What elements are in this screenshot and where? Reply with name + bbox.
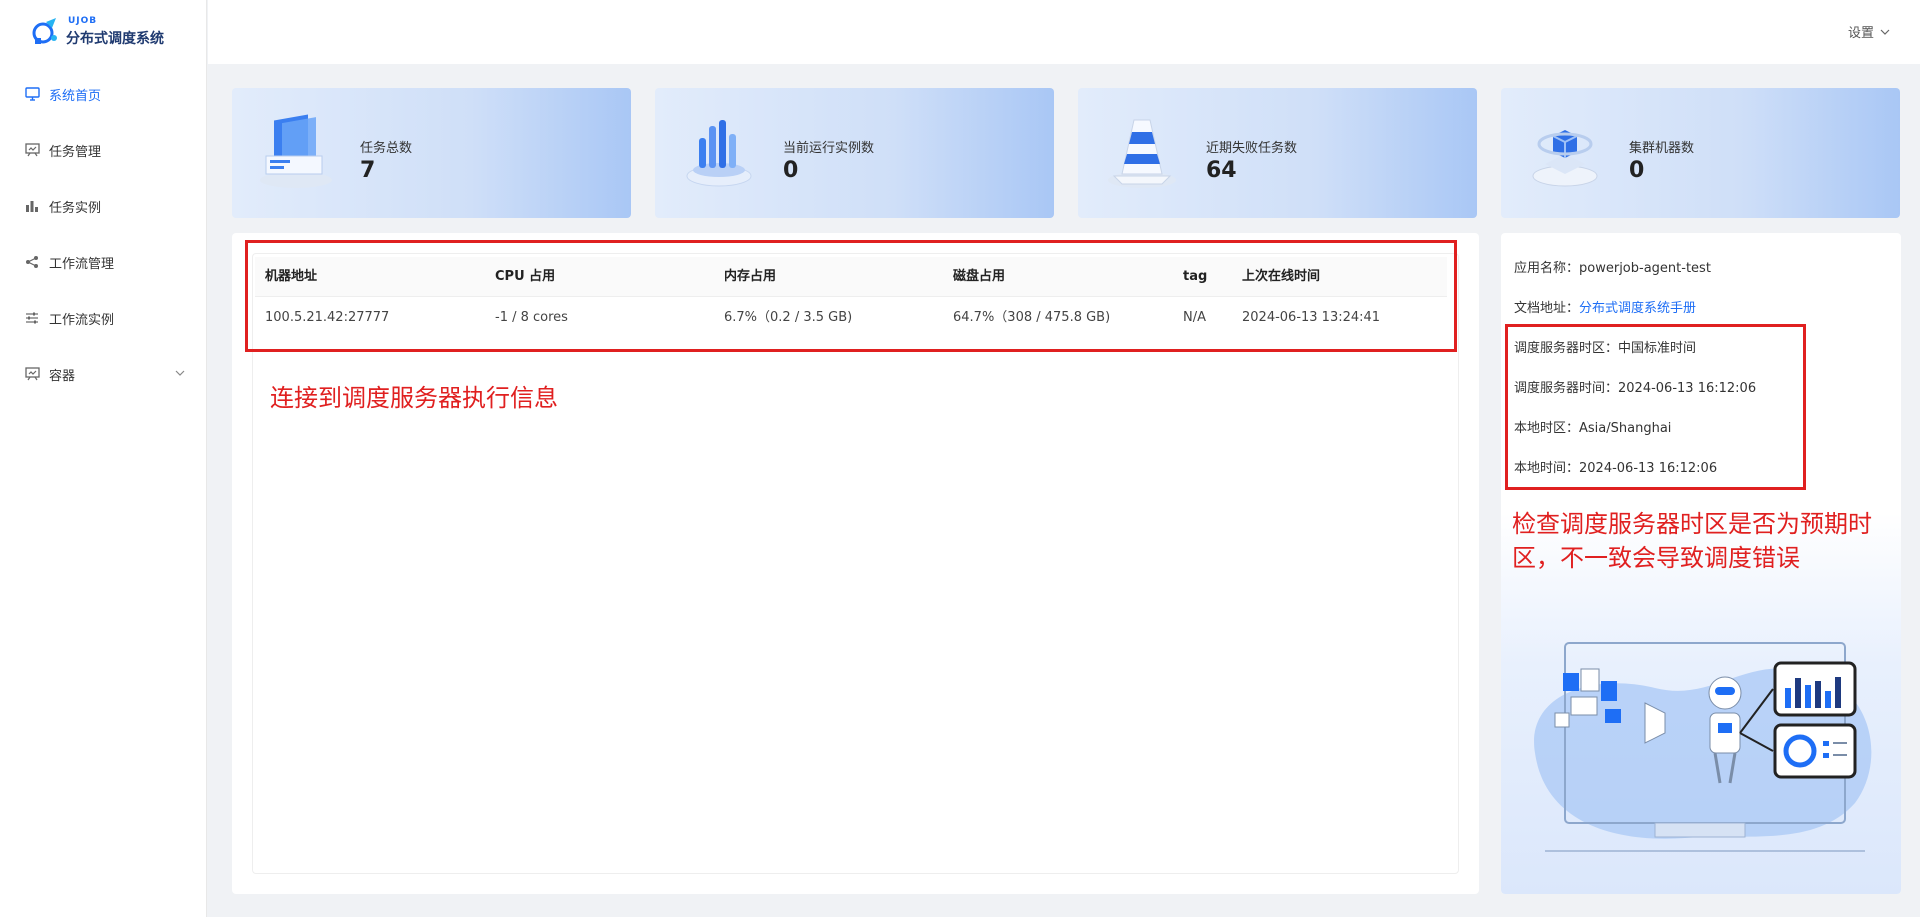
folders-illustration-icon	[260, 114, 332, 188]
sidebar-item-task-instances[interactable]: 任务实例	[0, 178, 207, 234]
table-row: 100.5.21.42:27777 -1 / 8 cores 6.7%（0.2 …	[255, 298, 1447, 338]
stat-value: 64	[1206, 158, 1237, 183]
doc-link[interactable]: 分布式调度系统手册	[1579, 301, 1696, 316]
settings-label: 设置	[1847, 26, 1874, 41]
timezone-annotation: 检查调度服务器时区是否为预期时区，不一致会导致调度错误	[1512, 510, 1872, 572]
robot-dashboard-illustration	[1534, 642, 1872, 852]
chevron-down-icon	[1880, 29, 1890, 35]
sidebar: UJOB 分布式调度系统 系统首页 任务管理 任务实例 工作流管理 工作流实例 …	[0, 0, 207, 917]
app-logo[interactable]: UJOB 分布式调度系统	[32, 14, 172, 50]
top-header: 设置	[208, 0, 1920, 64]
logo-text: 分布式调度系统	[66, 31, 164, 47]
doc-row: 文档地址：分布式调度系统手册	[1514, 297, 1696, 316]
worker-table-highlight: 机器地址 CPU 占用 内存占用 磁盘占用 tag 上次在线时间 100.5.2…	[245, 240, 1457, 352]
stat-value: 0	[783, 158, 799, 183]
server-cube-icon	[1532, 130, 1598, 187]
stat-label: 任务总数	[360, 141, 413, 156]
sidebar-item-label: 任务实例	[49, 200, 102, 216]
column-header: 内存占用	[724, 269, 777, 284]
app-name-value: powerjob-agent-test	[1579, 261, 1711, 276]
sliders-icon	[24, 310, 40, 326]
table-cell: 100.5.21.42:27777	[265, 310, 390, 325]
stat-label: 集群机器数	[1629, 141, 1695, 156]
sidebar-item-containers[interactable]: 容器	[0, 346, 207, 402]
sidebar-item-workflow-instances[interactable]: 工作流实例	[0, 290, 207, 346]
table-cell: 6.7%（0.2 / 3.5 GB)	[724, 310, 853, 325]
timezone-highlight	[1505, 324, 1806, 490]
sidebar-item-label: 系统首页	[49, 88, 102, 104]
stat-value: 7	[360, 158, 376, 183]
sidebar-item-home[interactable]: 系统首页	[0, 66, 207, 122]
chevron-down-icon[interactable]	[175, 368, 185, 378]
stat-card-running-instances: 当前运行实例数 0	[655, 88, 1054, 218]
table-cell: -1 / 8 cores	[495, 310, 568, 325]
sidebar-item-workflows[interactable]: 工作流管理	[0, 234, 207, 290]
traffic-cone-icon	[1108, 119, 1176, 188]
table-cell: N/A	[1183, 310, 1206, 325]
table-header: 机器地址 CPU 占用 内存占用 磁盘占用 tag 上次在线时间	[255, 257, 1447, 297]
app-name-row: 应用名称：powerjob-agent-test	[1514, 257, 1711, 276]
sidebar-item-label: 任务管理	[49, 144, 102, 160]
logo-icon	[32, 18, 57, 44]
stat-value: 0	[1629, 158, 1645, 183]
table-annotation: 连接到调度服务器执行信息	[270, 384, 558, 412]
bars-illustration-icon	[686, 120, 752, 187]
column-header: tag	[1183, 269, 1208, 284]
settings-dropdown[interactable]: 设置	[1848, 22, 1890, 41]
board-icon	[24, 366, 40, 382]
stat-card-total-tasks: 任务总数 7	[232, 88, 631, 218]
column-header: 磁盘占用	[953, 269, 1006, 284]
sidebar-item-label: 工作流管理	[49, 256, 115, 272]
stat-card-failed-tasks: 近期失败任务数 64	[1078, 88, 1477, 218]
sidebar-item-label: 工作流实例	[49, 312, 115, 328]
sidebar-item-tasks[interactable]: 任务管理	[0, 122, 207, 178]
column-header: CPU 占用	[495, 269, 556, 284]
column-header: 上次在线时间	[1242, 269, 1321, 284]
app-name-label: 应用名称：	[1514, 261, 1580, 276]
monitor-icon	[24, 86, 40, 102]
table-cell: 64.7%（308 / 475.8 GB)	[953, 310, 1111, 325]
stat-label: 近期失败任务数	[1206, 141, 1298, 156]
bar-chart-icon	[24, 198, 40, 214]
sidebar-menu: 系统首页 任务管理 任务实例 工作流管理 工作流实例 容器	[0, 66, 207, 402]
share-icon	[24, 254, 40, 270]
table-cell: 2024-06-13 13:24:41	[1242, 310, 1381, 325]
logo-small-text: UJOB	[68, 16, 98, 26]
doc-label: 文档地址：	[1514, 301, 1580, 316]
board-icon	[24, 142, 40, 158]
stat-label: 当前运行实例数	[783, 141, 875, 156]
column-header: 机器地址	[265, 269, 318, 284]
stat-card-cluster-machines: 集群机器数 0	[1501, 88, 1900, 218]
sidebar-item-label: 容器	[49, 368, 76, 384]
